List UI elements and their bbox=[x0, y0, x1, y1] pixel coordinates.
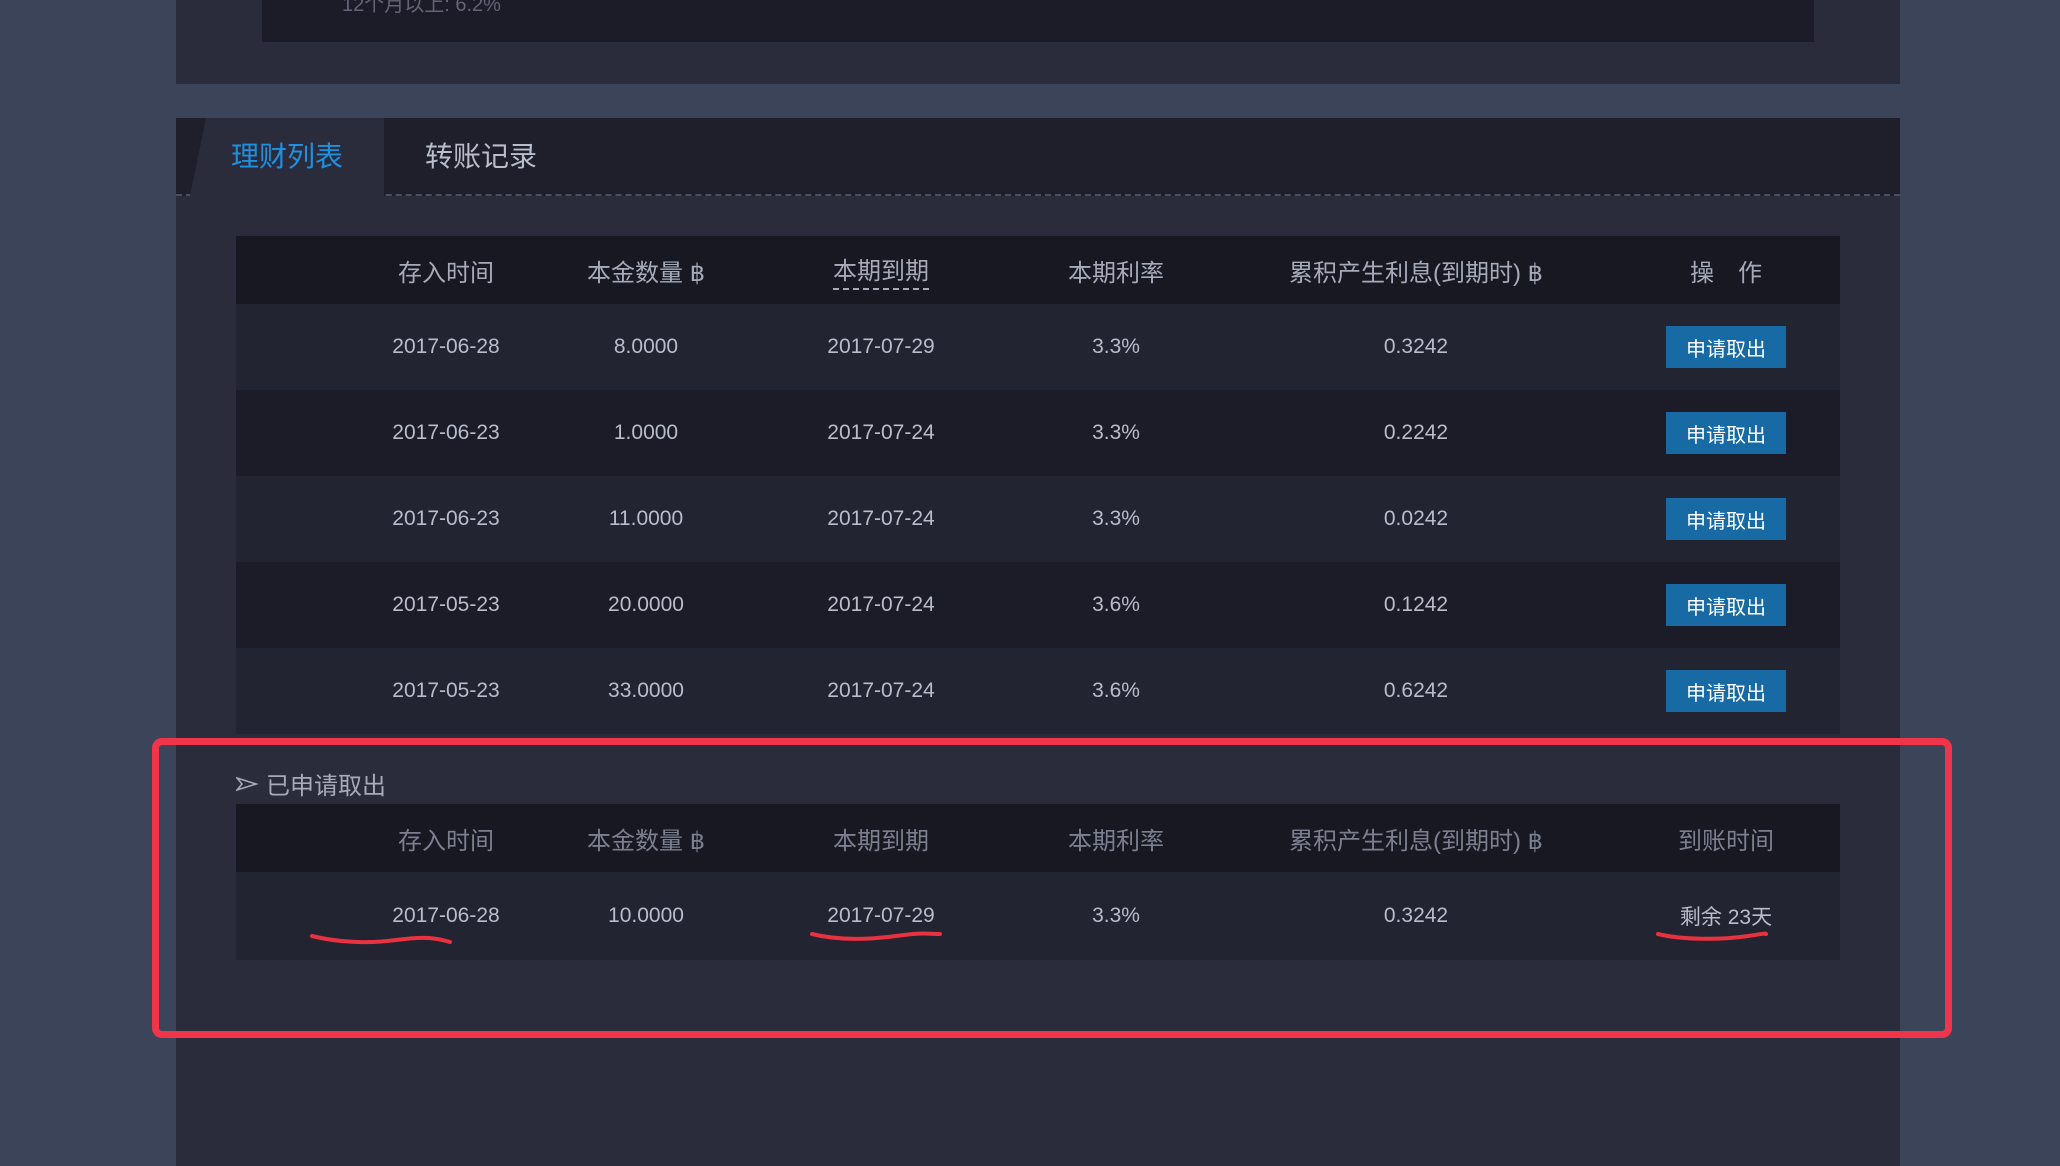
cell-principal: 20.0000 bbox=[608, 593, 684, 616]
table-header: 存入时间 本金数量 ฿ 本期到期 本期利率 累积产生利息(到期时) ฿ 到账时间 bbox=[236, 804, 1840, 872]
tab-bar: 理财列表 转账记录 bbox=[176, 118, 1900, 196]
cell-arrival-time: 剩余 23天 bbox=[1679, 906, 1773, 929]
withdraw-request-button[interactable]: 申请取出 bbox=[1666, 498, 1786, 540]
cell-interest: 0.0242 bbox=[1383, 507, 1449, 530]
cell-rate: 3.6% bbox=[1092, 593, 1140, 616]
cell-principal: 1.0000 bbox=[613, 421, 679, 444]
withdraw-request-button[interactable]: 申请取出 bbox=[1666, 670, 1786, 712]
col-due-date[interactable]: 本期到期 bbox=[796, 236, 966, 304]
rate-info-text: 12个月以上: 6.2% bbox=[342, 0, 501, 16]
cell-interest: 0.3242 bbox=[1383, 335, 1449, 358]
action-cell: 申请取出 bbox=[1626, 304, 1826, 390]
col-principal: 本金数量 ฿ bbox=[587, 827, 705, 855]
cell-principal: 10.0000 bbox=[608, 904, 684, 927]
col-due-date: 本期到期 bbox=[833, 827, 929, 855]
withdraw-section-title: 已申请取出 bbox=[236, 766, 386, 801]
table-row: 2017-06-28 8.0000 2017-07-29 3.3% 0.3242… bbox=[236, 304, 1840, 390]
action-cell: 申请取出 bbox=[1626, 648, 1826, 734]
cell-interest: 0.3242 bbox=[1383, 904, 1449, 927]
cell-rate: 3.3% bbox=[1092, 421, 1140, 444]
top-panel: 12个月以上: 6.2% bbox=[176, 0, 1900, 84]
send-arrow-icon bbox=[236, 776, 258, 791]
cell-interest: 0.1242 bbox=[1383, 593, 1449, 616]
table-row: 2017-05-23 33.0000 2017-07-24 3.6% 0.624… bbox=[236, 648, 1840, 734]
cell-due-date: 2017-07-29 bbox=[827, 335, 935, 358]
cell-rate: 3.3% bbox=[1092, 904, 1140, 927]
tab-finance-list[interactable]: 理财列表 bbox=[190, 118, 384, 196]
cell-rate: 3.6% bbox=[1092, 679, 1140, 702]
table-row: 2017-06-28 10.0000 2017-07-29 3.3% 0.324… bbox=[236, 872, 1840, 960]
withdraw-request-button[interactable]: 申请取出 bbox=[1666, 412, 1786, 454]
withdraw-request-button[interactable]: 申请取出 bbox=[1666, 584, 1786, 626]
cell-principal: 33.0000 bbox=[608, 679, 684, 702]
cell-rate: 3.3% bbox=[1092, 335, 1140, 358]
cell-interest: 0.2242 bbox=[1383, 421, 1449, 444]
cell-principal: 11.0000 bbox=[608, 507, 684, 530]
withdraw-request-button[interactable]: 申请取出 bbox=[1666, 326, 1786, 368]
cell-interest: 0.6242 bbox=[1383, 679, 1449, 702]
col-rate: 本期利率 bbox=[1068, 827, 1164, 855]
col-action: 操 作 bbox=[1690, 259, 1762, 287]
cell-rate: 3.3% bbox=[1092, 507, 1140, 530]
col-rate: 本期利率 bbox=[1068, 259, 1164, 287]
tab-transfer-records[interactable]: 转账记录 bbox=[386, 118, 576, 196]
withdraw-table: 存入时间 本金数量 ฿ 本期到期 本期利率 累积产生利息(到期时) ฿ 到账时间… bbox=[236, 804, 1840, 960]
table-row: 2017-05-23 20.0000 2017-07-24 3.6% 0.124… bbox=[236, 562, 1840, 648]
action-cell: 申请取出 bbox=[1626, 562, 1826, 648]
cell-due-date: 2017-07-24 bbox=[827, 679, 935, 702]
action-cell: 申请取出 bbox=[1626, 390, 1826, 476]
col-interest: 累积产生利息(到期时) ฿ bbox=[1289, 827, 1543, 855]
cell-due-date: 2017-07-24 bbox=[827, 507, 935, 530]
cell-due-date: 2017-07-24 bbox=[827, 421, 935, 444]
cell-principal: 8.0000 bbox=[613, 335, 679, 358]
cell-due-date: 2017-07-24 bbox=[827, 593, 935, 616]
cell-due-date: 2017-07-29 bbox=[827, 904, 935, 927]
table-row: 2017-06-23 1.0000 2017-07-24 3.3% 0.2242… bbox=[236, 390, 1840, 476]
col-principal: 本金数量 ฿ bbox=[587, 259, 705, 287]
action-cell: 申请取出 bbox=[1626, 476, 1826, 562]
table-header: 存入时间 本金数量 ฿ 本期到期 本期利率 累积产生利息(到期时) ฿ 操 作 bbox=[236, 236, 1840, 304]
col-due-date-label: 本期到期 bbox=[833, 251, 929, 290]
rate-info-box: 12个月以上: 6.2% bbox=[262, 0, 1814, 42]
col-arrival-time: 到账时间 bbox=[1678, 827, 1774, 855]
col-interest: 累积产生利息(到期时) ฿ bbox=[1289, 259, 1543, 287]
table-row: 2017-06-23 11.0000 2017-07-24 3.3% 0.024… bbox=[236, 476, 1840, 562]
withdraw-section-label: 已申请取出 bbox=[266, 773, 386, 800]
finance-table: 存入时间 本金数量 ฿ 本期到期 本期利率 累积产生利息(到期时) ฿ 操 作 … bbox=[236, 236, 1840, 736]
main-panel: 理财列表 转账记录 存入时间 本金数量 ฿ 本期到期 本期利率 累积产生利息(到… bbox=[176, 118, 1900, 1166]
